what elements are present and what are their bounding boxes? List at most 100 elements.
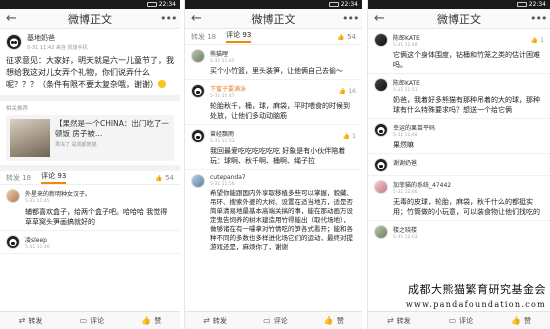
repost-icon: ⇄ [386,316,394,325]
comment-author[interactable]: 陈郎KATE [393,33,420,42]
comment-author[interactable]: 曾经飘雨 [210,129,235,138]
more-dots-icon[interactable]: ••• [342,12,359,25]
comment-time: 5-31 11:47 [210,94,235,99]
comment-author[interactable]: 楼之晓楼 [393,225,544,234]
comment-author[interactable]: 下蜜子要满泳 [210,84,246,93]
comment-author[interactable]: 幸运的果苗平码 [393,123,544,132]
smile-emoji-icon [158,80,166,88]
repost-icon: ⇄ [18,316,26,325]
back-arrow-icon[interactable]: ← [6,11,20,26]
comment-time: 5-31 11:48 [393,133,418,138]
comment-icon: ▭ [79,316,88,325]
avatar[interactable] [374,78,388,92]
screenshot-panel-1: 22:34 ← 微博正文 ••• 基地奶爸 5-31 11:42 来自 凯旅手机… [0,0,180,329]
comment-author[interactable]: 陈郎KATE [393,78,544,87]
comment-button[interactable]: ▭ 评论 [449,316,474,326]
related-thumbnail [10,119,50,157]
back-arrow-icon[interactable]: ← [374,11,388,26]
avatar[interactable] [191,49,205,63]
post-time: 5-31 11:42 来自 凯旅手机 [27,45,88,51]
tab-likes[interactable]: 👍 54 [155,174,174,182]
avatar[interactable] [6,34,22,50]
status-time: 22:34 [340,1,358,8]
more-dots-icon[interactable]: ••• [530,12,547,25]
avatar[interactable] [191,174,205,188]
comment-label: 评论 [459,316,474,325]
thumb-up-icon: 👍 [155,174,163,182]
post-text: 征求意见：大家好，明天就是六一儿童节了，我想给我这对儿女弄个礼物，你们说弄什么呢… [6,56,174,89]
comment-like-button[interactable]: 👍 1 [343,133,356,140]
avatar[interactable] [374,123,388,137]
avatar[interactable] [374,158,388,172]
like-label: 赞 [154,316,162,325]
list-item[interactable]: 下蜜子要满泳 5-31 11:47 👍 16 轮胎秋千，桶，球，麻袋，平时喂食的时… [185,80,362,125]
avatar[interactable] [374,225,388,239]
tab-comment[interactable]: 评论 93 [226,30,252,43]
avatar[interactable] [374,33,388,47]
list-item[interactable]: 凌sleep 5-31 11:46 [0,231,180,254]
battery-icon [328,2,339,7]
comment-button[interactable]: ▭ 评论 [263,316,288,326]
nav-bar: ← 微博正文 ••• [0,9,180,29]
post-author-name[interactable]: 基地奶爸 [27,33,88,43]
like-button[interactable]: 👍 赞 [324,316,344,326]
repost-button[interactable]: ⇄ 转发 [203,316,227,326]
comment-author[interactable]: 加菲猫的系统_47442 [393,180,544,189]
repost-label: 转发 [396,316,411,325]
comment-author[interactable]: 谢谢奶爸 [393,158,544,167]
comment-icon: ▭ [448,316,457,325]
battery-icon [516,2,527,7]
list-item[interactable]: 曾经飘雨 5-31 11:51 👍 1 我回最爱吃吃吃吃吃吃 好象是有小伙伴陪着玩… [185,125,362,170]
comment-author[interactable]: 外星来的新明种女汉子。 [25,189,174,198]
watermark: 成都大熊猫繁育研究基金会 www.pandafoundation.com [406,281,546,309]
list-item[interactable]: 陈郎KATE 5-31 11:48 👍 1 它俩这个身体围度，钻桶和竹笼之类的估计… [368,29,550,74]
comment-author[interactable]: 凌sleep [25,235,174,244]
thumb-up-icon: 👍 [342,133,351,140]
tab-likes[interactable]: 👍 54 [337,33,356,41]
repost-button[interactable]: ⇄ 转发 [19,316,43,326]
list-item[interactable]: 辅都喜欢盒子，给两个盒子吧。哈哈哈 我觉得草草窝头笋画搞就好的 [0,204,180,231]
comment-like-button[interactable]: 👍 16 [339,88,356,95]
comment-time: 5-31 11:45 [210,59,235,64]
list-item[interactable]: 谢谢奶爸 [368,154,550,176]
avatar[interactable] [374,180,388,194]
comment-text: 买个小竹篮，里头装笋，让他俩自己去偷～ [210,67,343,75]
list-item[interactable]: 熊猫哩 5-31 11:45 买个小竹篮，里头装笋，让他俩自己去偷～ [185,45,362,80]
back-arrow-icon[interactable]: ← [191,11,205,26]
screenshot-panel-3: 22:34 ← 微博正文 ••• 陈郎KATE 5-31 11:48 👍 1 它俩… [367,0,550,329]
comment-time: 5-31 12:00 [393,190,418,195]
comment-time: 5-31 11:51 [393,88,418,93]
related-title: 【果然是一个CHINA：出门吃了一顿饭 房子被… [55,119,169,138]
comment-time: 5-31 12:03 [393,235,418,240]
comment-text: 轮胎秋千，桶，球，麻袋，平时喂食的时候到处放，让他们多动动脑筋 [210,102,350,120]
like-label: 赞 [336,316,344,325]
thumb-up-icon: 👍 [337,33,345,41]
comment-text: 奶爸，我着好多熊猫有那种吊着的大的球，那种球有什么特殊要求吗？想送一个给它俩 [393,96,540,114]
comment-author[interactable]: 熊猫哩 [210,49,356,58]
avatar[interactable] [6,235,20,249]
comment-button[interactable]: ▭ 评论 [80,316,105,326]
avatar[interactable] [191,84,205,98]
repost-button[interactable]: ⇄ 转发 [387,316,411,326]
like-icon: 👍 [511,316,522,325]
list-item[interactable]: 陈郎KATE 5-31 11:51 奶爸，我着好多熊猫有那种吊着的大的球，那种球… [368,74,550,119]
list-item[interactable]: 幸运的果苗平码 5-31 11:48 果然嘛 [368,119,550,154]
avatar[interactable] [191,129,205,143]
related-card[interactable]: 【果然是一个CHINA：出门吃了一顿饭 房子被… 果冻了 是成都熊猫 [6,115,174,161]
list-item[interactable]: 楼之晓楼 5-31 12:03 [368,221,550,243]
like-button[interactable]: 👍 赞 [141,316,161,326]
post-header: 基地奶爸 5-31 11:42 来自 凯旅手机 [0,29,180,53]
list-item[interactable]: cutepanda7 5-31 11:56 希望你能跟国内外享取移植多些可以掌握… [185,170,362,255]
nav-bar: ← 微博正文 ••• [368,9,550,29]
comment-author[interactable]: cutepanda7 [210,174,356,181]
list-item[interactable]: 加菲猫的系统_47442 5-31 12:00 无毒的皮球，轮胎，麻袋，秋千什么… [368,176,550,221]
comment-time: 5-31 11:48 [393,43,418,48]
list-item[interactable]: 外星来的新明种女汉子。 5-31 11:45 [0,185,180,204]
tab-repost[interactable]: 转发 18 [6,173,31,183]
more-dots-icon[interactable]: ••• [160,12,177,25]
tab-comment[interactable]: 评论 93 [41,171,67,184]
avatar[interactable] [6,189,20,203]
like-button[interactable]: 👍 赞 [511,316,531,326]
tab-repost[interactable]: 转发 18 [191,32,216,42]
comment-like-button[interactable]: 👍 1 [531,37,544,44]
